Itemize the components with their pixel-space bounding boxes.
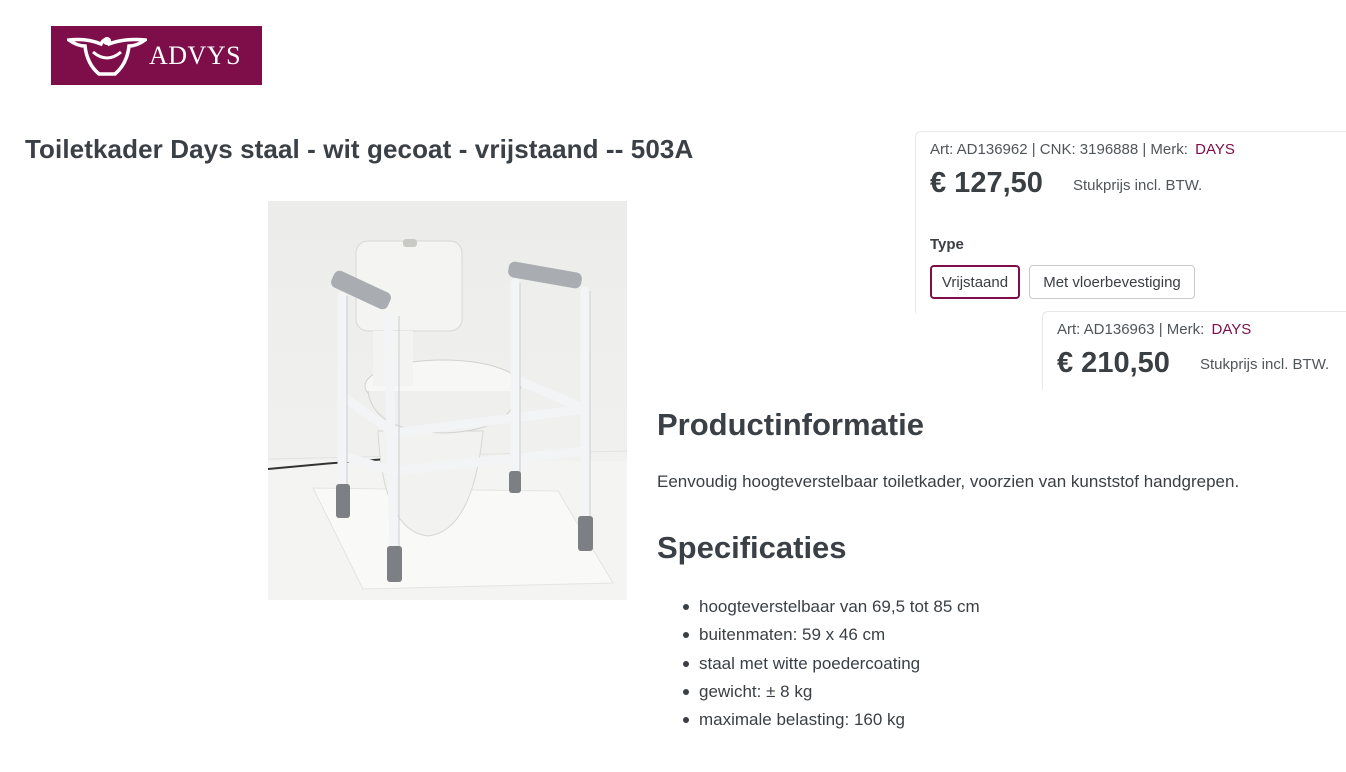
- brand-link[interactable]: DAYS: [1211, 321, 1251, 338]
- spec-item: buitenmaten: 59 x 46 cm: [683, 623, 980, 651]
- spec-item: maximale belasting: 160 kg: [683, 708, 980, 736]
- toilet-frame-illustration: [268, 239, 627, 600]
- logo-figure-icon: [67, 37, 147, 76]
- article-info: Art: AD136962 | CNK: 3196888 | Merk: DAY…: [930, 141, 1235, 158]
- type-label: Type: [930, 236, 964, 253]
- article-info: Art: AD136963 | Merk: DAYS: [1057, 321, 1251, 338]
- option-vrijstaand-button[interactable]: Vrijstaand: [930, 265, 1020, 299]
- price-note: Stukprijs incl. BTW.: [1073, 177, 1203, 194]
- price-card-vloerbevestiging: Art: AD136963 | Merk: DAYS € 210,50 Stuk…: [1042, 311, 1346, 390]
- brand-link[interactable]: DAYS: [1195, 141, 1235, 158]
- spec-list: hoogteverstelbaar van 69,5 tot 85 cm bui…: [683, 595, 980, 736]
- logo-text: ADVYS: [149, 41, 242, 70]
- price: € 127,50: [930, 167, 1043, 199]
- page: ADVYS Toiletkader Days staal - wit gecoa…: [0, 0, 1346, 772]
- productinformatie-heading: Productinformatie: [657, 407, 924, 442]
- option-vloerbevestiging-button[interactable]: Met vloerbevestiging: [1029, 265, 1195, 299]
- product-title: Toiletkader Days staal - wit gecoat - vr…: [25, 134, 694, 164]
- product-description: Eenvoudig hoogteverstelbaar toiletkader,…: [657, 472, 1240, 491]
- article-numbers: Art: AD136962 | CNK: 3196888 | Merk:: [930, 141, 1188, 158]
- spec-item: gewicht: ± 8 kg: [683, 680, 980, 708]
- article-numbers: Art: AD136963 | Merk:: [1057, 321, 1205, 338]
- product-image[interactable]: [268, 201, 627, 600]
- specificaties-heading: Specificaties: [657, 530, 847, 565]
- price-card-vrijstaand: Art: AD136962 | CNK: 3196888 | Merk: DAY…: [915, 131, 1346, 313]
- site-logo[interactable]: ADVYS: [51, 26, 262, 85]
- price: € 210,50: [1057, 347, 1170, 379]
- spec-item: hoogteverstelbaar van 69,5 tot 85 cm: [683, 595, 980, 623]
- price-note: Stukprijs incl. BTW.: [1200, 356, 1330, 373]
- spec-item: staal met witte poedercoating: [683, 652, 980, 680]
